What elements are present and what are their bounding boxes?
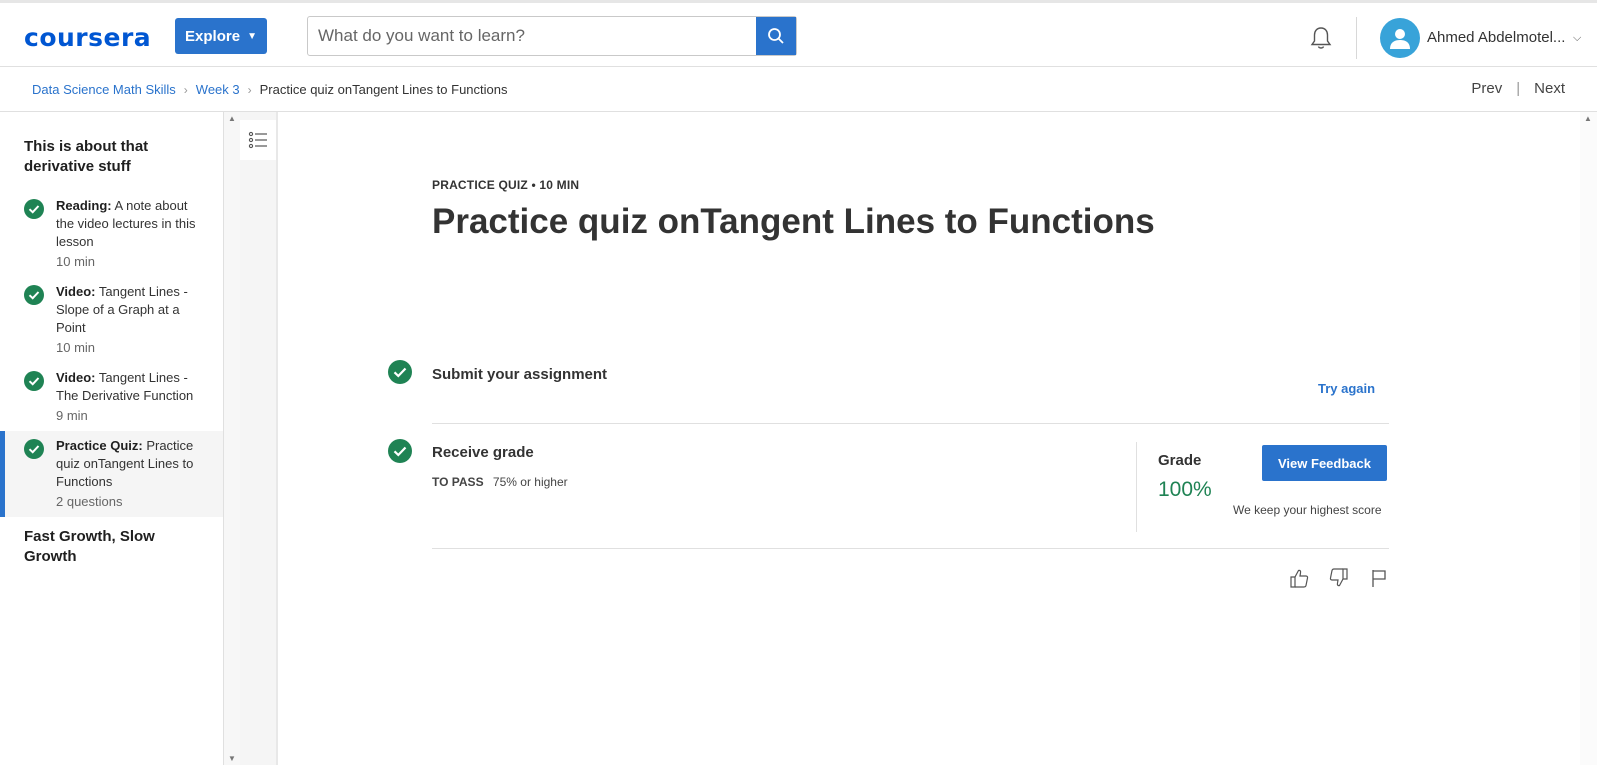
scroll-up-arrow-icon[interactable]: ▲ (1584, 114, 1592, 123)
pass-requirement: TO PASS 75% or higher (432, 475, 568, 489)
nav-divider: | (1516, 80, 1521, 97)
lesson-duration: 10 min (56, 340, 96, 355)
thumbs-down-icon[interactable] (1328, 567, 1350, 589)
sidebar-scrollbar[interactable] (224, 112, 240, 765)
grade-value: 100% (1158, 478, 1212, 501)
item-kicker: PRACTICE QUIZ • 10 MIN (432, 178, 580, 192)
lesson-title: Reading: A note about the video lectures… (56, 198, 196, 249)
lesson-title: Practice Quiz: Practice quiz onTangent L… (56, 438, 194, 489)
search-icon (768, 28, 784, 44)
lesson-question-count: 2 questions (56, 494, 123, 509)
explore-label: Explore (185, 27, 241, 45)
next-button[interactable]: Next (1534, 80, 1565, 97)
submit-label: Submit your assignment (432, 366, 608, 383)
coursera-logo[interactable]: coursera (24, 23, 151, 52)
section-title[interactable]: Fast Growth, Slow Growth (0, 517, 223, 567)
flag-icon[interactable] (1368, 567, 1390, 589)
lesson-duration: 9 min (56, 408, 88, 423)
sidebar-item-video-derivative[interactable]: Video: Tangent Lines - The Derivative Fu… (0, 363, 223, 431)
receive-grade-label: Receive grade (432, 444, 534, 461)
sidebar-item-reading[interactable]: Reading: A note about the video lectures… (0, 191, 223, 277)
prev-button[interactable]: Prev (1471, 80, 1502, 97)
highest-score-note: We keep your highest score (1233, 503, 1382, 517)
check-circle-icon (388, 360, 412, 384)
lesson-duration: 10 min (56, 254, 96, 269)
grade-label: Grade (1158, 452, 1202, 469)
sidebar-item-video-slope[interactable]: Video: Tangent Lines - Slope of a Graph … (0, 277, 223, 363)
sidebar-item-practice-quiz[interactable]: Practice Quiz: Practice quiz onTangent L… (0, 431, 223, 517)
search-bar (307, 16, 797, 56)
lesson-title: Video: Tangent Lines - The Derivative Fu… (56, 370, 194, 403)
scroll-up-arrow-icon[interactable]: ▲ (228, 114, 236, 123)
grade-divider (1136, 442, 1137, 532)
chevron-right-icon: › (247, 82, 252, 97)
check-circle-icon (24, 199, 44, 219)
main-content: PRACTICE QUIZ • 10 MIN Practice quiz onT… (280, 112, 1580, 765)
avatar[interactable] (1380, 18, 1420, 58)
explore-button[interactable]: Explore ▼ (175, 18, 267, 54)
chevron-right-icon: › (183, 82, 188, 97)
to-pass-label: TO PASS (432, 475, 484, 489)
prev-next-nav: Prev | Next (1471, 80, 1565, 97)
list-icon (248, 131, 267, 149)
lesson-title: Video: Tangent Lines - Slope of a Graph … (56, 284, 188, 335)
breadcrumb: Data Science Math Skills › Week 3 › Prac… (32, 82, 508, 97)
divider (432, 423, 1389, 424)
view-feedback-button[interactable]: View Feedback (1262, 445, 1387, 481)
header-divider (1356, 17, 1357, 59)
sidebar-toggle-column (240, 112, 278, 765)
divider (432, 548, 1389, 549)
search-button[interactable] (756, 17, 796, 55)
section-title: This is about that derivative stuff (24, 138, 149, 175)
table-of-contents-button[interactable] (240, 120, 276, 160)
user-icon (1390, 29, 1410, 49)
lesson-sidebar: This is about that derivative stuff Read… (0, 112, 224, 765)
search-input[interactable] (308, 17, 756, 55)
thumbs-up-icon[interactable] (1288, 567, 1310, 589)
user-name[interactable]: Ahmed Abdelmotel... (1427, 29, 1565, 46)
to-pass-value: 75% or higher (492, 475, 568, 489)
check-circle-icon (24, 371, 44, 391)
top-header: coursera Explore ▼ Ahmed Abdelmotel... ⌵ (0, 0, 1597, 67)
check-circle-icon (388, 439, 412, 463)
breadcrumb-bar: Data Science Math Skills › Week 3 › Prac… (0, 67, 1597, 112)
page-scrollbar[interactable]: ▲ (1580, 112, 1597, 765)
check-circle-icon (24, 439, 44, 459)
chevron-down-icon[interactable]: ⌵ (1573, 32, 1581, 45)
notification-bell-icon[interactable] (1308, 25, 1334, 51)
chevron-down-icon: ▼ (247, 30, 257, 42)
breadcrumb-week[interactable]: Week 3 (196, 82, 240, 97)
breadcrumb-course[interactable]: Data Science Math Skills (32, 82, 176, 97)
breadcrumb-current: Practice quiz onTangent Lines to Functio… (259, 82, 508, 97)
reaction-toolbar (1288, 567, 1390, 589)
page-title: Practice quiz onTangent Lines to Functio… (432, 202, 1155, 241)
check-circle-icon (24, 285, 44, 305)
scroll-down-arrow-icon[interactable]: ▼ (228, 754, 236, 763)
try-again-link[interactable]: Try again (1318, 381, 1375, 396)
